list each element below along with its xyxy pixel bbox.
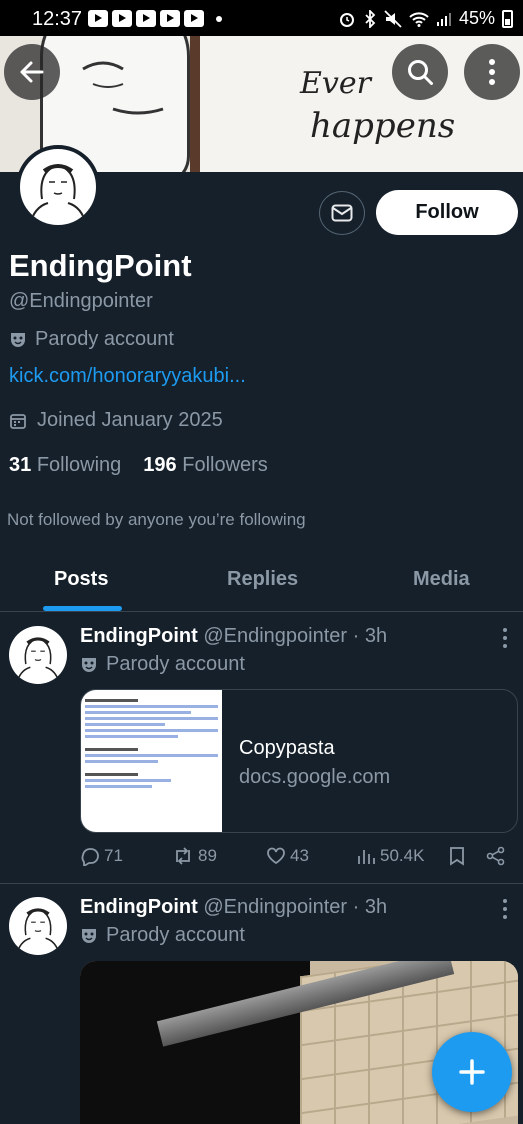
calendar-icon xyxy=(10,413,26,429)
views-button[interactable]: 50.4K xyxy=(356,846,424,866)
arrow-left-icon xyxy=(20,61,44,83)
post-parody-label: Parody account xyxy=(80,924,245,947)
followers-label: Followers xyxy=(182,454,268,476)
back-button[interactable] xyxy=(4,44,60,100)
share-icon xyxy=(486,846,505,866)
wojak-avatar-drawing xyxy=(15,908,61,955)
banner-text-ever: Ever xyxy=(300,66,371,101)
envelope-icon xyxy=(331,204,353,222)
reply-count: 71 xyxy=(104,846,123,865)
status-time: 12:37 xyxy=(32,8,83,30)
profile-handle: @Endingpointer xyxy=(9,290,153,312)
followers-count: 196 xyxy=(143,454,177,476)
parody-label: Parody account xyxy=(9,328,174,351)
reply-icon xyxy=(81,848,99,866)
post-parody-label-text: Parody account xyxy=(106,653,245,675)
post-author-name[interactable]: EndingPoint xyxy=(80,625,198,647)
profile-display-name: EndingPoint xyxy=(9,248,192,283)
signal-icon xyxy=(436,12,451,26)
wojak-avatar-drawing xyxy=(29,163,87,225)
alarm-icon xyxy=(339,12,354,27)
wifi-icon xyxy=(409,11,429,27)
link-preview-title: Copypasta xyxy=(239,737,335,759)
tab-replies[interactable]: Replies xyxy=(227,568,298,591)
profile-link[interactable]: kick.com/honoraryyakubi... xyxy=(9,365,246,388)
more-vertical-icon xyxy=(489,59,495,85)
post-parody-label-text: Parody account xyxy=(106,924,245,946)
reply-button[interactable]: 71 xyxy=(80,846,123,866)
mute-icon xyxy=(384,9,402,28)
tab-media[interactable]: Media xyxy=(413,568,470,591)
share-button[interactable] xyxy=(486,846,506,866)
views-count: 50.4K xyxy=(380,846,425,865)
followers-stat[interactable]: 196 Followers xyxy=(143,454,268,477)
post-header: EndingPoint @Endingpointer · 3h xyxy=(80,896,387,919)
post-parody-label: Parody account xyxy=(80,653,245,676)
post-avatar[interactable] xyxy=(9,626,67,684)
more-options-button[interactable] xyxy=(464,44,520,100)
post-more-button[interactable] xyxy=(502,628,508,648)
youtube-notification-icon xyxy=(136,10,156,27)
repost-count: 89 xyxy=(198,846,217,865)
post-author-name[interactable]: EndingPoint xyxy=(80,896,198,918)
parody-mask-icon xyxy=(11,332,25,347)
post-divider xyxy=(0,883,523,884)
post-meta: @Endingpointer · 3h xyxy=(203,896,388,918)
link-preview-thumbnail xyxy=(81,690,222,832)
following-count: 31 xyxy=(9,454,32,476)
bluetooth-icon xyxy=(365,9,376,28)
follow-button[interactable]: Follow xyxy=(376,190,518,235)
post-actions: 71 89 43 50.4K xyxy=(80,846,510,872)
parody-mask-icon xyxy=(82,657,96,672)
link-preview-card[interactable]: Copypasta docs.google.com xyxy=(80,689,518,833)
following-label: Following xyxy=(36,454,122,476)
parody-mask-icon xyxy=(82,928,96,943)
post-avatar[interactable] xyxy=(9,897,67,955)
link-preview-domain: docs.google.com xyxy=(239,766,391,788)
compose-post-button[interactable] xyxy=(432,1032,512,1112)
banner-text-happens: happens xyxy=(310,106,456,146)
search-icon xyxy=(408,60,433,85)
youtube-notification-icon xyxy=(112,10,132,27)
parody-label-text: Parody account xyxy=(35,328,174,350)
battery-icon xyxy=(502,9,513,28)
search-button[interactable] xyxy=(392,44,448,100)
views-icon xyxy=(358,850,375,864)
plus-icon xyxy=(459,1059,485,1085)
post-meta: @Endingpointer · 3h xyxy=(203,625,388,647)
joined-date: Joined January 2025 xyxy=(9,409,223,432)
message-button[interactable] xyxy=(319,191,365,235)
youtube-notification-icon xyxy=(160,10,180,27)
more-notifications-dot-icon xyxy=(216,16,222,22)
like-count: 43 xyxy=(290,846,309,865)
post-header: EndingPoint @Endingpointer · 3h xyxy=(80,625,387,648)
status-bar: 12:37 45% xyxy=(0,0,523,36)
joined-date-text: Joined January 2025 xyxy=(37,409,223,431)
system-icons: 45% xyxy=(338,8,513,29)
like-button[interactable]: 43 xyxy=(266,846,309,866)
heart-icon xyxy=(267,847,285,865)
bookmark-icon xyxy=(450,847,464,866)
profile-avatar[interactable] xyxy=(16,145,100,229)
follow-stats: 31 Following 196 Followers xyxy=(9,454,268,477)
post-more-button[interactable] xyxy=(502,899,508,919)
tab-posts[interactable]: Posts xyxy=(54,568,108,591)
active-tab-indicator xyxy=(43,606,122,611)
wojak-avatar-drawing xyxy=(15,637,61,684)
repost-icon xyxy=(176,847,190,865)
following-stat[interactable]: 31 Following xyxy=(9,454,121,477)
profile-tabs: Posts Replies Media xyxy=(0,550,523,612)
mutuals-note: Not followed by anyone you’re following xyxy=(7,510,306,529)
repost-button[interactable]: 89 xyxy=(172,846,217,866)
notification-icons xyxy=(88,10,222,27)
battery-percent: 45% xyxy=(458,8,495,28)
bookmark-button[interactable] xyxy=(449,846,465,866)
youtube-notification-icon xyxy=(88,10,108,27)
youtube-notification-icon xyxy=(184,10,204,27)
